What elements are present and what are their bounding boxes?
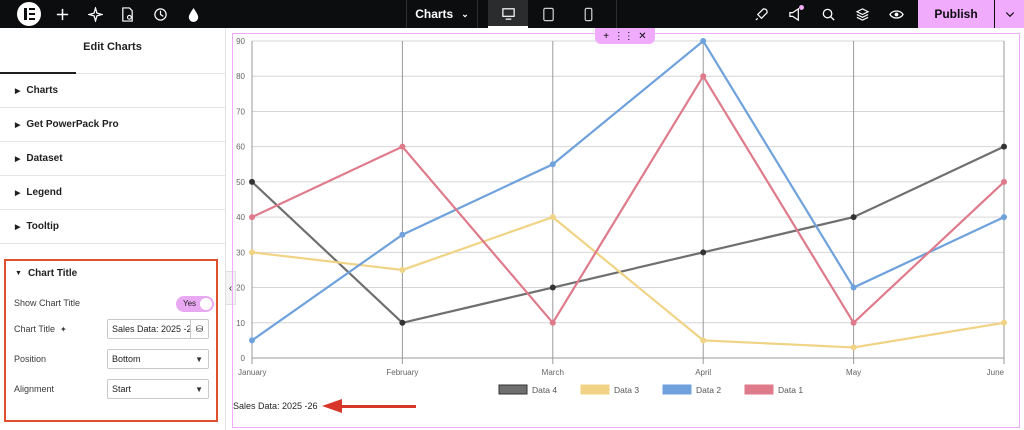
legend-swatch	[662, 384, 692, 395]
data-point	[399, 266, 406, 273]
data-point	[850, 284, 857, 291]
add-widget-icon[interactable]: +	[603, 31, 609, 42]
drag-handle-icon[interactable]: ⋮⋮	[614, 31, 634, 42]
legend-label: Data 3	[614, 385, 639, 395]
close-icon[interactable]: ✕	[638, 31, 646, 42]
data-point	[700, 73, 707, 80]
y-tick-label: 80	[236, 72, 245, 81]
data-point	[700, 337, 707, 344]
legend-swatch	[498, 384, 528, 395]
legend-swatch	[744, 384, 774, 395]
data-point	[549, 319, 556, 326]
annotation-arrow-head	[322, 399, 342, 413]
series-line	[251, 215, 1005, 349]
x-tick-label: June	[987, 368, 1005, 377]
x-tick-label: May	[846, 368, 861, 377]
data-point	[249, 337, 255, 344]
data-point	[399, 231, 406, 238]
x-tick-label: January	[238, 368, 266, 377]
data-point	[249, 178, 255, 185]
data-point	[850, 319, 857, 326]
data-point	[1001, 178, 1007, 185]
y-tick-label: 10	[236, 319, 245, 328]
legend-label: Data 2	[696, 385, 721, 395]
data-point	[249, 214, 255, 221]
x-tick-label: February	[386, 368, 418, 377]
data-point	[249, 249, 255, 256]
chart-title-caption: Sales Data: 2025 -26	[233, 401, 318, 411]
data-point	[549, 214, 556, 221]
data-point	[700, 38, 707, 44]
y-tick-label: 50	[236, 178, 245, 187]
y-tick-label: 40	[236, 213, 245, 222]
data-point	[700, 249, 707, 256]
data-point	[850, 344, 857, 351]
y-tick-label: 70	[236, 107, 245, 116]
data-point	[1001, 214, 1007, 221]
legend-label: Data 4	[532, 385, 557, 395]
data-point	[549, 161, 556, 168]
x-tick-label: April	[695, 368, 711, 377]
data-point	[549, 284, 556, 291]
legend-label: Data 1	[778, 385, 803, 395]
y-tick-label: 20	[236, 284, 245, 293]
x-tick-label: March	[542, 368, 564, 377]
legend-swatch	[580, 384, 610, 395]
data-point	[1001, 143, 1007, 150]
y-tick-label: 60	[236, 143, 245, 152]
y-tick-label: 0	[241, 354, 246, 363]
series-line	[251, 39, 1005, 342]
data-point	[399, 319, 406, 326]
data-point	[399, 143, 406, 150]
series-line	[251, 145, 1005, 324]
y-tick-label: 90	[236, 37, 245, 46]
y-tick-label: 30	[236, 248, 245, 257]
widget-handle: + ⋮⋮ ✕	[595, 28, 655, 44]
annotation-arrow	[340, 405, 416, 408]
line-chart: 0 10 20 30 40 50 60 70 80 90 January February March A…	[236, 37, 1007, 395]
data-point	[1001, 319, 1007, 326]
data-point	[850, 214, 857, 221]
